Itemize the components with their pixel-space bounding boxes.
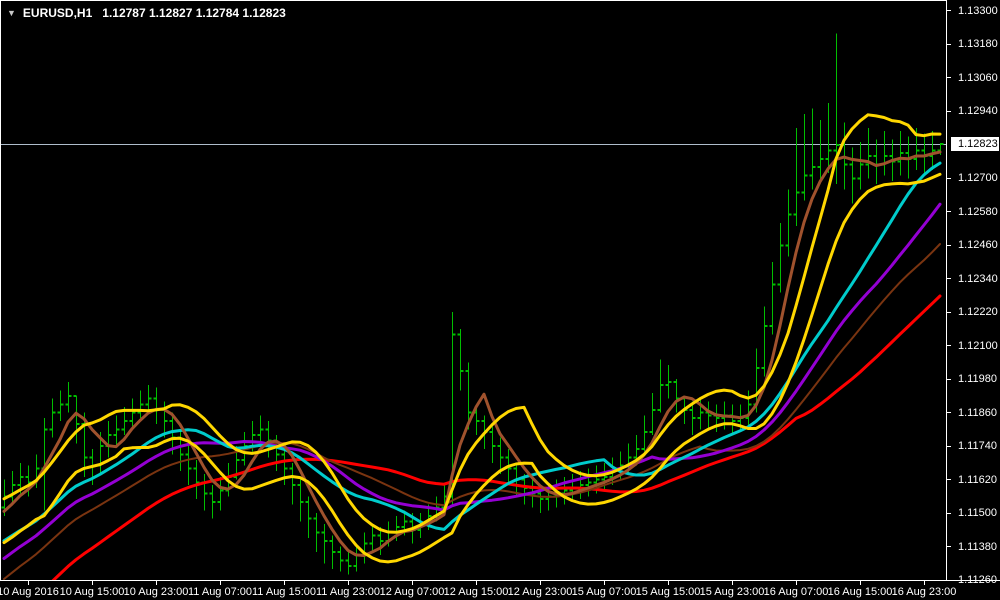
y-axis-label: 1.12700 (958, 171, 998, 185)
y-axis-tick (947, 379, 951, 380)
price-chart-canvas[interactable] (0, 0, 946, 580)
y-axis-label: 1.13180 (958, 37, 998, 51)
x-axis-tick (796, 581, 797, 585)
y-axis-tick (947, 446, 951, 447)
y-axis-label: 1.11380 (958, 540, 997, 554)
x-axis-tick (604, 581, 605, 585)
y-axis-tick (947, 312, 951, 313)
time-axis[interactable]: 10 Aug 201610 Aug 15:0010 Aug 23:0011 Au… (0, 580, 1000, 600)
current-price-label: 1.12823 (951, 137, 999, 151)
y-axis-label: 1.11980 (958, 372, 997, 386)
x-axis-tick (732, 581, 733, 585)
y-axis-label: 1.13060 (958, 71, 998, 85)
chart-title: ▼ EURUSD,H1 1.12787 1.12827 1.12784 1.1282… (7, 6, 286, 20)
chart-window: ▼ EURUSD,H1 1.12787 1.12827 1.12784 1.1282… (0, 0, 1000, 600)
x-axis-tick (284, 581, 285, 585)
x-axis-label: 16 Aug 23:00 (882, 586, 966, 598)
x-axis-tick (92, 581, 93, 585)
x-axis-tick (412, 581, 413, 585)
chart-ohlc-values: 1.12787 1.12827 1.12784 1.12823 (102, 6, 286, 20)
x-axis-tick (476, 581, 477, 585)
x-axis-tick (668, 581, 669, 585)
y-axis-label: 1.11740 (958, 439, 997, 453)
y-axis-label: 1.11860 (958, 406, 997, 420)
y-axis-tick (947, 546, 951, 547)
y-axis-tick (947, 580, 951, 581)
window-top-border (0, 0, 1000, 1)
y-axis-tick (947, 412, 951, 413)
x-axis-tick (540, 581, 541, 585)
x-axis-tick (924, 581, 925, 585)
y-axis-tick (947, 10, 951, 11)
x-axis-tick (348, 581, 349, 585)
y-axis-label: 1.11260 (958, 573, 997, 587)
y-axis-label: 1.12460 (958, 238, 998, 252)
x-axis-tick (860, 581, 861, 585)
y-axis-tick (947, 44, 951, 45)
y-axis-tick (947, 479, 951, 480)
y-axis-tick (947, 211, 951, 212)
y-axis-label: 1.13300 (958, 4, 998, 18)
y-axis-label: 1.12100 (958, 339, 998, 353)
price-chart-area[interactable] (0, 0, 946, 580)
y-axis-label: 1.12340 (958, 272, 998, 286)
y-axis-tick (947, 111, 951, 112)
y-axis-label: 1.12580 (958, 205, 998, 219)
y-axis-tick (947, 513, 951, 514)
x-axis-tick (28, 581, 29, 585)
ma-slow-violet-line (4, 204, 940, 558)
x-axis-tick (156, 581, 157, 585)
price-axis[interactable]: 1.12823 1.13300 1.13180 1.13060 1.12940 1.12… (946, 0, 1000, 580)
ma-band-high-gold-line (4, 115, 940, 533)
y-axis-tick (947, 278, 951, 279)
y-axis-label: 1.12220 (958, 305, 998, 319)
y-axis-label: 1.11620 (958, 473, 997, 487)
window-left-border (0, 0, 1, 580)
chart-menu-triangle-icon: ▼ (7, 8, 16, 18)
y-axis-label: 1.11500 (958, 506, 997, 520)
y-axis-tick (947, 77, 951, 78)
y-axis-tick (947, 345, 951, 346)
x-axis-tick (220, 581, 221, 585)
y-axis-tick (947, 245, 951, 246)
ma-slowest-red-line (4, 296, 940, 580)
chart-symbol-period-label: EURUSD,H1 (23, 6, 92, 20)
y-axis-tick (947, 178, 951, 179)
y-axis-label: 1.12940 (958, 104, 998, 118)
